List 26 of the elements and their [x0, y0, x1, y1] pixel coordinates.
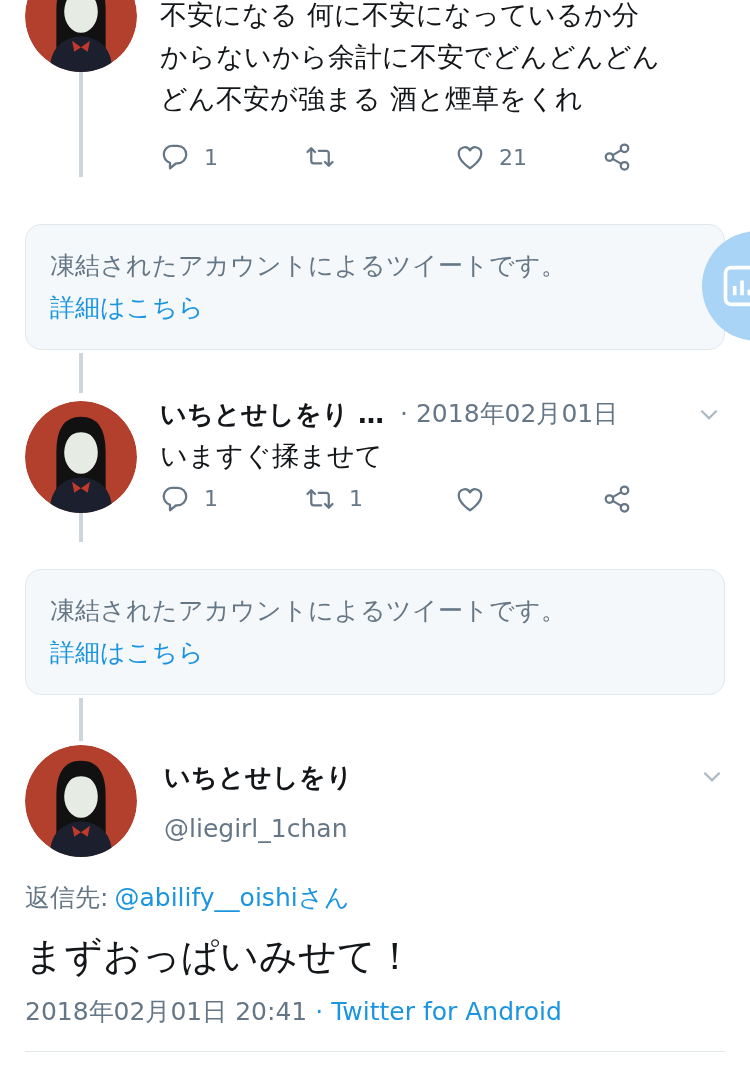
reply-link[interactable]: @abilify__oishiさん	[114, 878, 350, 916]
user-handle[interactable]: @liegirl_1chan	[164, 809, 353, 847]
details-link[interactable]: 詳細はこちら	[50, 287, 204, 329]
notice-text: 凍結されたアカウントによるツイートです。	[50, 594, 567, 627]
share-icon[interactable]	[602, 483, 632, 514]
user-name[interactable]: いちとせしをり …	[160, 396, 385, 431]
avatar[interactable]	[25, 401, 137, 513]
avatar[interactable]	[25, 744, 137, 857]
user-name[interactable]: いちとせしをり	[164, 759, 353, 794]
tweet-text: まずおっぱいみせて！	[25, 933, 415, 980]
source-link[interactable]: · Twitter for Android	[315, 993, 562, 1031]
details-link[interactable]: 詳細はこちら	[50, 631, 204, 674]
count: 1	[204, 143, 218, 172]
tweet-text: いますぐ揉ませて	[160, 438, 384, 473]
tweet-text-line: からないから余計に不安でどんどんどん	[160, 40, 661, 74]
notice-text: 凍結されたアカウントによるツイートです。	[50, 250, 567, 282]
timestamp: 2018年02月01日 20:41	[25, 996, 308, 1028]
tweet-date: · 2018年02月01日	[400, 398, 619, 430]
reply-label: 返信先:	[25, 881, 109, 914]
count: 1	[204, 485, 218, 513]
reply-icon[interactable]	[160, 142, 190, 172]
count: 1	[349, 485, 363, 513]
tweet-text-line: 不安になる 何に不安になっているか分	[160, 0, 640, 32]
share-icon[interactable]	[602, 142, 632, 172]
tweet-text-line: どん不安が強まる 酒と煙草をくれ	[160, 82, 584, 116]
count: 21	[499, 143, 527, 172]
